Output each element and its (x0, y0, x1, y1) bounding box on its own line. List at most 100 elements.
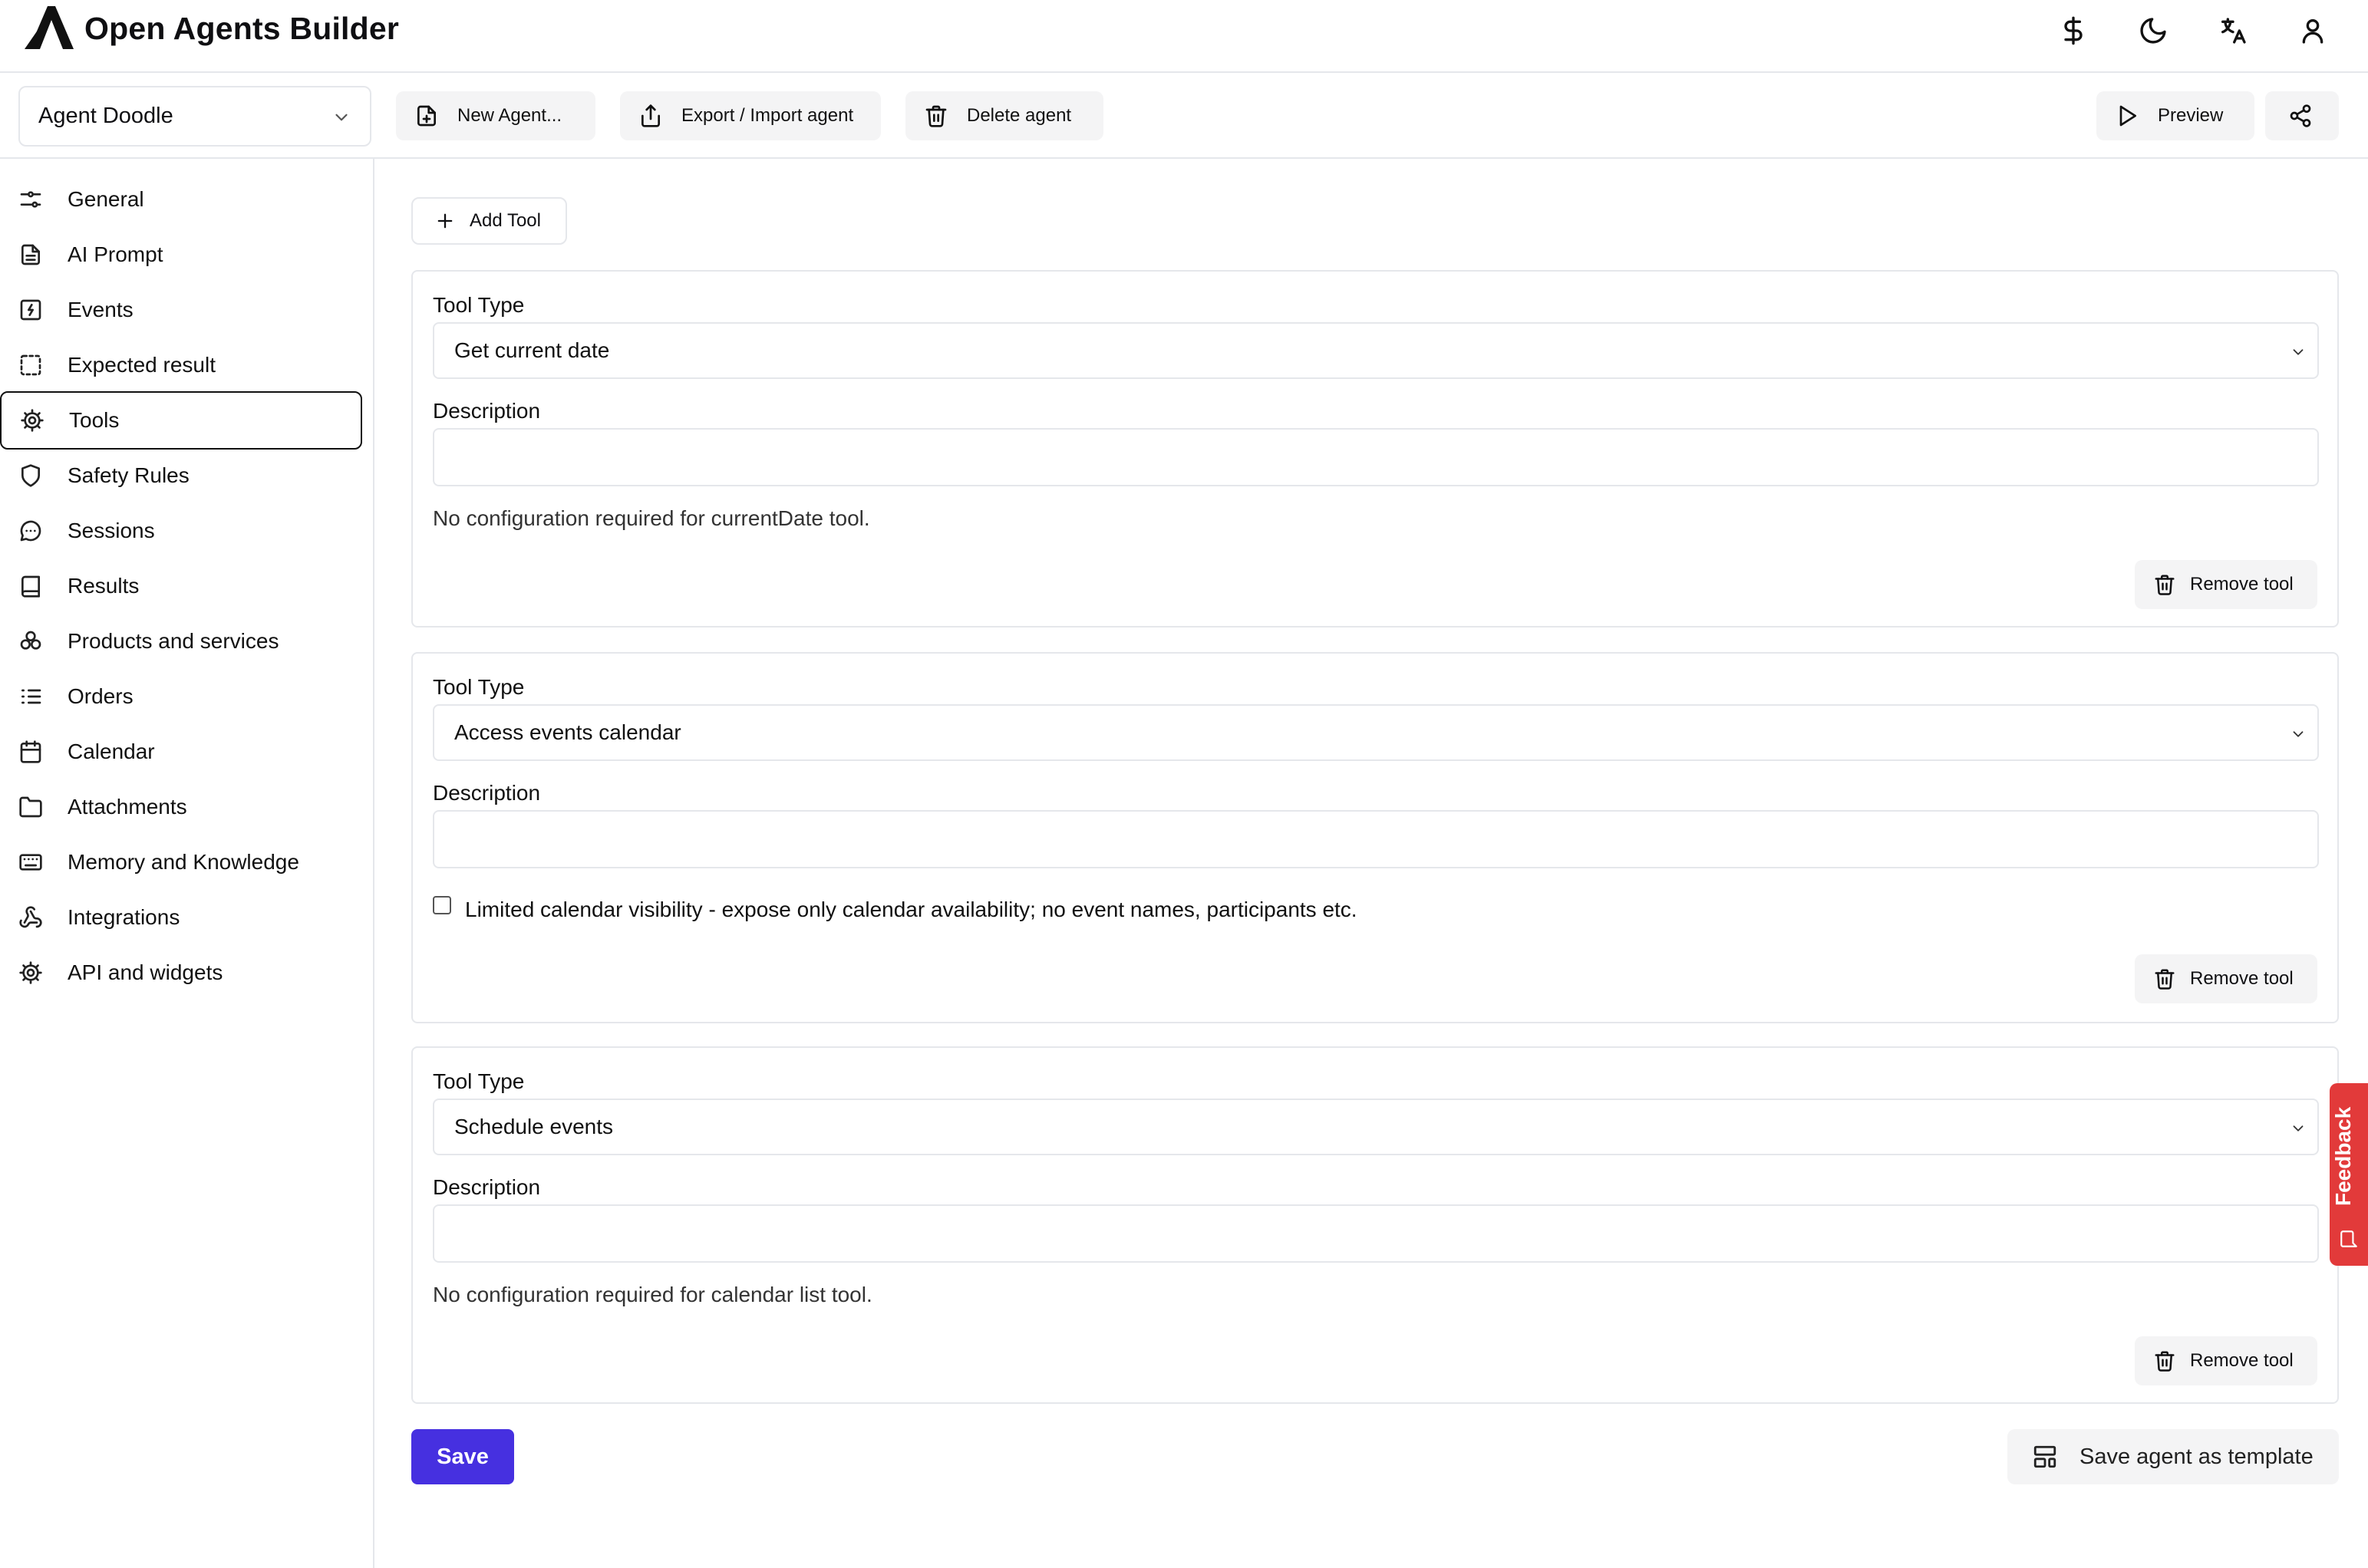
sidebar-item-label: Orders (68, 684, 134, 708)
sidebar-item-label: Events (68, 298, 134, 321)
sidebar-item-expected-result[interactable]: Expected result (0, 336, 362, 394)
add-tool-label: Add Tool (470, 210, 541, 231)
remove-tool-button[interactable]: Remove tool (2135, 560, 2317, 609)
description-input[interactable] (433, 810, 2319, 868)
config-note: No configuration required for currentDat… (433, 506, 870, 530)
tool-type-value: Get current date (454, 338, 610, 362)
message-circle-icon (18, 519, 43, 543)
plus-icon (434, 210, 456, 232)
limited-visibility-row: Limited calendar visibility - expose onl… (433, 896, 1357, 922)
share-button[interactable] (2265, 91, 2339, 140)
sidebar-item-products-and-services[interactable]: Products and services (0, 612, 362, 670)
agent-select[interactable]: Agent Doodle (18, 86, 371, 147)
sidebar-item-orders[interactable]: Orders (0, 667, 362, 726)
tool-type-select[interactable]: Get current date (433, 322, 2319, 379)
tool-card: Tool Type Schedule events Description No… (411, 1046, 2339, 1404)
new-agent-button[interactable]: New Agent... (396, 91, 595, 140)
config-note: No configuration required for calendar l… (433, 1283, 872, 1306)
dashed-square-icon (18, 353, 43, 377)
layout-template-icon (2032, 1444, 2058, 1470)
agent-select-value: Agent Doodle (38, 104, 173, 128)
description-input[interactable] (433, 1204, 2319, 1263)
calendar-icon (18, 740, 43, 764)
tool-type-select[interactable]: Schedule events (433, 1099, 2319, 1155)
webhook-icon (18, 905, 43, 930)
gear-icon (18, 960, 43, 985)
app-title: Open Agents Builder (84, 11, 400, 46)
trash-icon (924, 104, 948, 128)
user-icon[interactable] (2297, 15, 2328, 46)
sidebar-item-results[interactable]: Results (0, 557, 362, 615)
app-logo (25, 6, 74, 49)
export-import-button[interactable]: Export / Import agent (620, 91, 881, 140)
remove-tool-button[interactable]: Remove tool (2135, 954, 2317, 1003)
sidebar-item-label: API and widgets (68, 960, 223, 984)
share-upload-icon (638, 104, 663, 128)
add-tool-button[interactable]: Add Tool (411, 197, 567, 245)
sidebar-item-calendar[interactable]: Calendar (0, 723, 362, 781)
remove-tool-label: Remove tool (2190, 574, 2294, 595)
new-agent-label: New Agent... (457, 105, 562, 126)
feedback-icon (2339, 1229, 2359, 1249)
tool-type-label: Tool Type (433, 675, 525, 699)
keyboard-icon (18, 850, 43, 875)
feedback-label: Feedback (2331, 1106, 2355, 1206)
translate-icon[interactable] (2218, 15, 2248, 46)
sidebar-item-label: Sessions (68, 519, 155, 542)
delete-agent-label: Delete agent (967, 105, 1072, 126)
chevron-down-icon (331, 107, 351, 127)
boxes-icon (18, 629, 43, 654)
toolbar: Agent Doodle New Agent... Export / Impor… (0, 73, 2368, 159)
description-label: Description (433, 1175, 541, 1199)
tool-type-label: Tool Type (433, 1069, 525, 1093)
sidebar-item-attachments[interactable]: Attachments (0, 778, 362, 836)
sliders-icon (18, 187, 43, 212)
sidebar-item-label: Memory and Knowledge (68, 850, 299, 874)
sidebar-item-general[interactable]: General (0, 170, 362, 229)
bolt-square-icon (18, 298, 43, 322)
sidebar-item-label: Safety Rules (68, 463, 190, 487)
sidebar-item-tools[interactable]: Tools (0, 391, 362, 450)
tool-type-value: Access events calendar (454, 720, 681, 744)
sidebar-item-sessions[interactable]: Sessions (0, 502, 362, 560)
sidebar-item-label: Results (68, 574, 140, 598)
sidebar-item-label: Calendar (68, 740, 155, 763)
tool-type-label: Tool Type (433, 293, 525, 317)
save-button[interactable]: Save (411, 1429, 514, 1484)
sidebar-item-ai-prompt[interactable]: AI Prompt (0, 226, 362, 284)
sidebar-item-api-and-widgets[interactable]: API and widgets (0, 944, 362, 1002)
limited-visibility-checkbox[interactable] (433, 896, 451, 914)
sidebar-item-events[interactable]: Events (0, 281, 362, 339)
gear-icon (20, 408, 45, 433)
sidebar-item-label: Products and services (68, 629, 279, 653)
tool-type-select[interactable]: Access events calendar (433, 704, 2319, 761)
tool-type-value: Schedule events (454, 1115, 614, 1138)
chevron-down-icon (2290, 726, 2307, 743)
sidebar-item-label: Expected result (68, 353, 216, 377)
shield-icon (18, 463, 43, 488)
trash-icon (2153, 1349, 2176, 1372)
file-plus-icon (414, 104, 439, 128)
chevron-down-icon (2290, 344, 2307, 361)
tool-card: Tool Type Access events calendar Descrip… (411, 652, 2339, 1023)
tool-card: Tool Type Get current date Description N… (411, 270, 2339, 628)
feedback-tab[interactable]: Feedback (2330, 1083, 2368, 1266)
sidebar-item-memory-and-knowledge[interactable]: Memory and Knowledge (0, 833, 362, 891)
dollar-icon[interactable] (2058, 15, 2089, 46)
top-header: Open Agents Builder (0, 0, 2368, 73)
save-as-template-button[interactable]: Save agent as template (2007, 1429, 2339, 1484)
book-icon (18, 574, 43, 598)
sidebar: General AI Prompt Events Expected result… (0, 159, 374, 1568)
folder-icon (18, 795, 43, 819)
moon-icon[interactable] (2138, 15, 2168, 46)
preview-button[interactable]: Preview (2096, 91, 2254, 140)
description-label: Description (433, 399, 541, 423)
sidebar-item-integrations[interactable]: Integrations (0, 888, 362, 947)
remove-tool-button[interactable]: Remove tool (2135, 1336, 2317, 1385)
file-text-icon (18, 242, 43, 267)
description-input[interactable] (433, 428, 2319, 486)
list-ordered-icon (18, 684, 43, 709)
sidebar-item-safety-rules[interactable]: Safety Rules (0, 446, 362, 505)
save-as-template-label: Save agent as template (2079, 1444, 2314, 1469)
delete-agent-button[interactable]: Delete agent (905, 91, 1103, 140)
